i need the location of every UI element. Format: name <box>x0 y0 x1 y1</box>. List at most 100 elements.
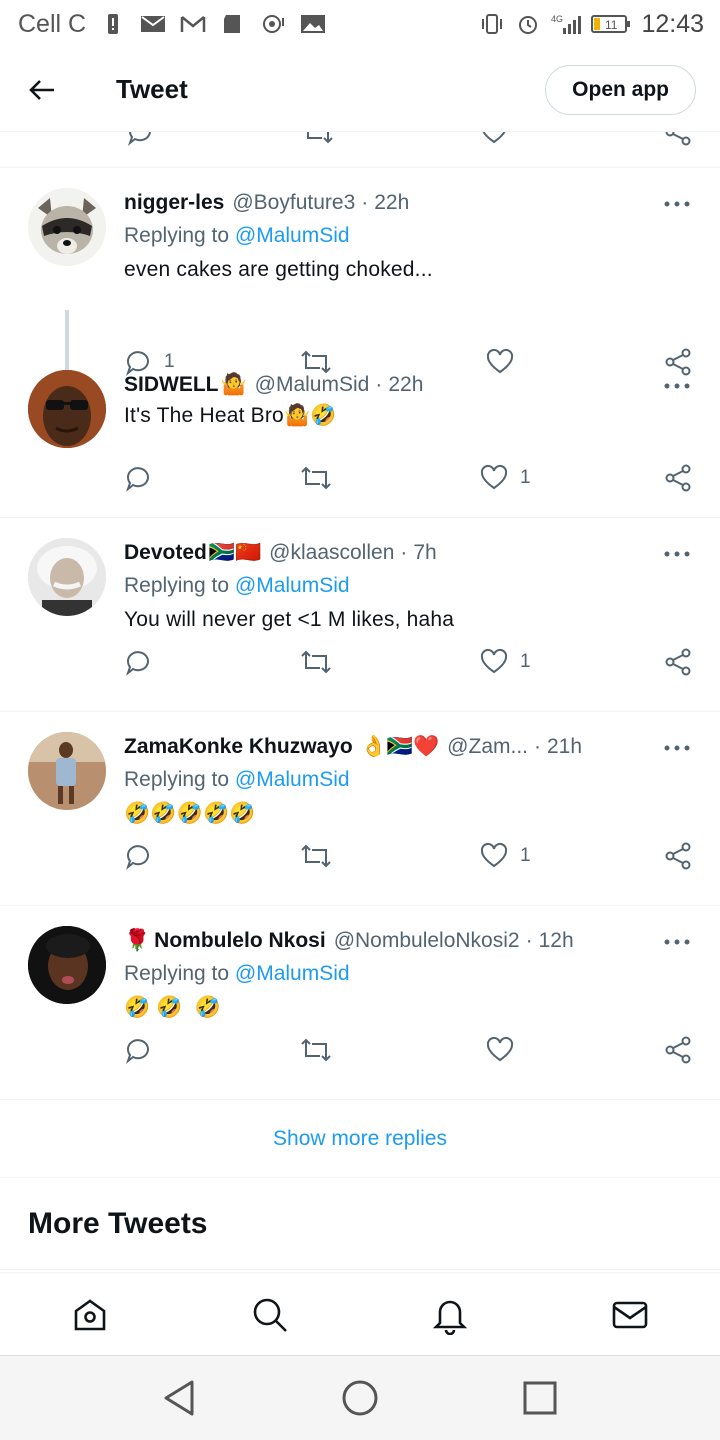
heart-icon <box>480 842 508 868</box>
share-icon <box>665 648 691 676</box>
display-name[interactable]: Nombulelo Nkosi <box>154 929 326 953</box>
reply-icon <box>125 651 149 676</box>
signal-icon: 4G <box>551 14 582 34</box>
reply-tweet[interactable]: ZamaKonke Khuzwayo 👌🇿🇦❤️ @Zam... · 21h R… <box>0 712 720 906</box>
system-recents-button[interactable] <box>520 1378 560 1418</box>
reply-button[interactable] <box>124 1032 152 1068</box>
show-more-replies-link[interactable]: Show more replies <box>0 1100 720 1178</box>
avatar[interactable] <box>28 732 106 810</box>
carrier-label: Cell C <box>18 9 87 38</box>
display-name[interactable]: nigger-les <box>124 191 224 215</box>
tweet-body: 🌹 Nombulelo Nkosi @NombuleloNkosi2 · 12h… <box>124 926 690 1026</box>
like-button[interactable]: 1 <box>480 460 531 496</box>
timestamp[interactable]: 22h <box>388 373 423 397</box>
reply-button[interactable] <box>124 644 152 680</box>
retweet-button[interactable] <box>300 460 332 496</box>
user-handle[interactable]: @Zam... <box>447 735 528 759</box>
more-icon[interactable] <box>662 380 692 392</box>
more-tweets-heading: More Tweets <box>0 1178 720 1270</box>
like-button[interactable] <box>486 1032 514 1068</box>
nav-home[interactable] <box>70 1295 110 1335</box>
retweet-icon[interactable] <box>302 132 334 146</box>
system-home-button[interactable] <box>340 1378 380 1418</box>
user-handle[interactable]: @Boyfuture3 <box>232 191 355 215</box>
replying-label: Replying to <box>124 962 235 985</box>
reply-button[interactable] <box>124 460 152 496</box>
tweet-actions <box>124 1032 694 1068</box>
share-button[interactable] <box>664 838 692 874</box>
avatar[interactable] <box>28 538 106 616</box>
retweet-icon <box>301 1038 331 1062</box>
display-name[interactable]: ZamaKonke Khuzwayo <box>124 735 353 759</box>
nav-search[interactable] <box>250 1295 290 1335</box>
more-icon[interactable] <box>662 198 692 210</box>
separator-dot: · <box>534 735 541 758</box>
tweet-body: SIDWELL 🤷 @MalumSid · 22h It's The Heat … <box>124 370 690 434</box>
more-icon[interactable] <box>662 936 692 948</box>
reply-tweet[interactable]: Devoted 🇿🇦🇨🇳 @klaascollen · 7h Replying … <box>0 518 720 712</box>
system-back-button[interactable] <box>160 1378 200 1418</box>
heart-icon[interactable] <box>480 132 508 146</box>
tweet-text: even cakes are getting choked... <box>124 258 433 281</box>
share-icon <box>665 1036 691 1064</box>
nav-messages[interactable] <box>610 1295 650 1335</box>
user-handle[interactable]: @klaascollen <box>269 541 394 565</box>
reply-tweet[interactable]: SIDWELL 🤷 @MalumSid · 22h It's The Heat … <box>0 360 720 518</box>
tweet-text: 🤣🤣🤣🤣🤣 <box>124 802 256 825</box>
display-name[interactable]: SIDWELL <box>124 373 219 397</box>
mention-link[interactable]: @MalumSid <box>235 962 350 985</box>
avatar[interactable] <box>28 188 106 266</box>
name-emoji: 👌🇿🇦❤️ <box>360 735 440 758</box>
like-button[interactable]: 1 <box>480 644 531 680</box>
user-handle[interactable]: @NombuleloNkosi2 <box>334 929 520 953</box>
message-icon <box>141 16 166 32</box>
timestamp[interactable]: 21h <box>547 735 582 759</box>
tweet-header: SIDWELL 🤷 @MalumSid · 22h <box>124 370 690 400</box>
tweet-text-emoji: 🤷🤣 <box>283 404 337 427</box>
retweet-button[interactable] <box>300 644 332 680</box>
mention-link[interactable]: @MalumSid <box>235 224 350 247</box>
more-icon[interactable] <box>662 548 692 560</box>
user-handle[interactable]: @MalumSid <box>255 373 370 397</box>
reply-icon[interactable] <box>126 132 154 146</box>
timestamp[interactable]: 12h <box>539 929 574 953</box>
replies-feed[interactable]: nigger-les @Boyfuture3 · 22h Replying to… <box>0 132 720 1272</box>
alarm-icon <box>519 16 538 34</box>
system-navigation-bar <box>0 1356 720 1440</box>
mention-link[interactable]: @MalumSid <box>235 768 350 791</box>
avatar[interactable] <box>28 926 106 1004</box>
timestamp[interactable]: 7h <box>413 541 436 565</box>
name-emoji: 🇿🇦🇨🇳 <box>208 541 262 564</box>
avatar[interactable] <box>28 370 106 448</box>
retweet-button[interactable] <box>300 1032 332 1068</box>
share-button[interactable] <box>664 460 692 496</box>
share-icon[interactable] <box>664 132 692 146</box>
sidwell-avatar-image <box>28 370 106 448</box>
nav-notifications[interactable] <box>430 1295 470 1336</box>
mention-link[interactable]: @MalumSid <box>235 574 350 597</box>
replying-to: Replying to @MalumSid <box>124 962 690 992</box>
retweet-icon <box>301 466 331 490</box>
more-icon[interactable] <box>662 742 692 754</box>
reply-tweet[interactable]: 🌹 Nombulelo Nkosi @NombuleloNkosi2 · 12h… <box>0 906 720 1100</box>
search-icon <box>253 1298 287 1332</box>
share-button[interactable] <box>664 644 692 680</box>
status-bar: Cell C 4G 11 12:43 <box>0 0 720 48</box>
open-app-button[interactable]: Open app <box>545 64 696 115</box>
timestamp[interactable]: 22h <box>374 191 409 215</box>
retweet-icon <box>301 650 331 674</box>
display-name[interactable]: Devoted <box>124 541 207 565</box>
reply-tweet[interactable]: nigger-les @Boyfuture3 · 22h Replying to… <box>0 168 720 404</box>
svg-text:4G: 4G <box>551 14 563 24</box>
like-button[interactable]: 1 <box>480 838 531 874</box>
battery-icon: 11 <box>591 15 631 33</box>
raccoon-avatar-image <box>28 188 106 266</box>
hotspot-icon <box>263 15 285 33</box>
back-button[interactable] <box>24 72 60 108</box>
share-button[interactable] <box>664 1032 692 1068</box>
tweet-body: Devoted 🇿🇦🇨🇳 @klaascollen · 7h Replying … <box>124 538 690 638</box>
reply-button[interactable] <box>124 838 152 874</box>
retweet-button[interactable] <box>300 838 332 874</box>
tweet-header: ZamaKonke Khuzwayo 👌🇿🇦❤️ @Zam... · 21h <box>124 732 690 762</box>
sd-card-icon <box>224 15 241 33</box>
